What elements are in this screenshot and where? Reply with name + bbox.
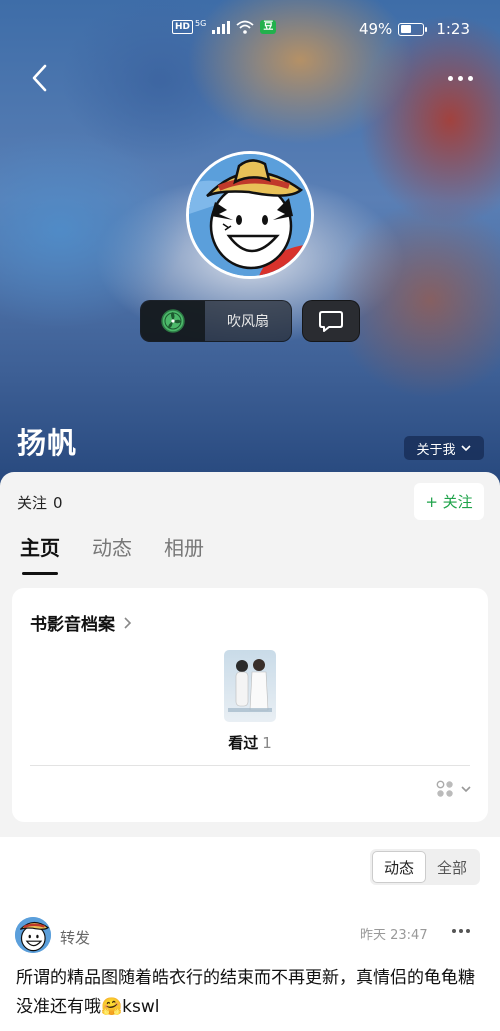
message-button[interactable] [302, 300, 360, 342]
about-me-button[interactable]: 关于我 [404, 436, 484, 460]
more-options-button[interactable] [442, 66, 478, 90]
post-more-button[interactable] [452, 929, 470, 933]
more-dot-icon [459, 929, 463, 933]
watched-number: 1 [262, 734, 272, 752]
signal-icon [212, 20, 231, 34]
chevron-left-icon [32, 64, 47, 92]
archive-title: 书影音档案 [30, 615, 115, 635]
following-number: 0 [53, 494, 63, 512]
chat-bubble-icon [319, 311, 343, 332]
activity-feed: 动态 全部 转发 昨天 23:47 所谓的精品图随着皓衣行的结束而不再更新，真情… [0, 837, 500, 1031]
wifi-icon [236, 20, 254, 34]
divider [30, 765, 470, 766]
battery-icon [398, 22, 428, 36]
tab-home[interactable]: 主页 [20, 532, 60, 575]
tab-activity[interactable]: 动态 [92, 532, 132, 573]
profile-tabs: 主页 动态 相册 [20, 532, 204, 575]
clock: 1:23 [436, 20, 470, 38]
avatar[interactable] [186, 151, 314, 279]
chevron-down-icon [460, 445, 471, 452]
chevron-down-icon [461, 786, 471, 793]
filter-all[interactable]: 全部 [426, 851, 478, 883]
expand-categories-button[interactable] [436, 780, 472, 798]
feed-filter: 动态 全部 [370, 849, 480, 885]
post-text[interactable]: 所谓的精品图随着皓衣行的结束而不再更新，真情侣的龟龟糖没准还有哦🤗kswl [16, 964, 490, 1022]
back-button[interactable] [26, 60, 58, 96]
tab-album[interactable]: 相册 [164, 532, 204, 573]
more-dot-icon [447, 75, 453, 81]
profile-panel: 关注 0 + 关注 主页 动态 相册 书影音档案 看过 1 [0, 472, 500, 837]
more-dot-icon [466, 929, 470, 933]
following-label: 关注 [17, 494, 48, 512]
more-dot-icon [457, 75, 463, 81]
cartoon-avatar-image [189, 154, 311, 276]
chevron-right-icon [124, 616, 132, 629]
network-type: 5G [195, 18, 207, 28]
post-action-label: 转发 [60, 929, 91, 947]
filter-activity[interactable]: 动态 [372, 851, 426, 883]
post-avatar[interactable] [15, 917, 51, 953]
watched-label: 看过 [228, 734, 259, 752]
following-count[interactable]: 关注 0 [17, 492, 63, 513]
media-archive-card: 书影音档案 看过 1 [12, 588, 488, 822]
about-me-label: 关于我 [416, 442, 456, 458]
hd-badge: HD [172, 20, 194, 34]
more-dot-icon [452, 929, 456, 933]
poster-image [224, 650, 276, 722]
archive-title-link[interactable]: 书影音档案 [30, 610, 133, 635]
status-label: 吹风扇 [227, 314, 269, 330]
status-bar: HD 5G 豆 49% 1:23 [0, 0, 500, 58]
user-name: 扬帆 [17, 426, 78, 460]
app-notification-icon: 豆 [260, 20, 277, 34]
watched-count[interactable]: 看过 1 [12, 732, 488, 753]
drama-poster-thumbnail[interactable] [224, 650, 276, 722]
follow-button[interactable]: + 关注 [414, 483, 484, 520]
status-pill[interactable]: 吹风扇 [140, 300, 292, 342]
post-timestamp: 昨天 23:47 [360, 928, 428, 943]
cartoon-avatar-image [15, 917, 51, 953]
fan-status-icon [141, 301, 205, 341]
more-dot-icon [467, 75, 473, 81]
grid-dots-icon [436, 780, 453, 797]
battery-percent: 49% [358, 20, 393, 38]
